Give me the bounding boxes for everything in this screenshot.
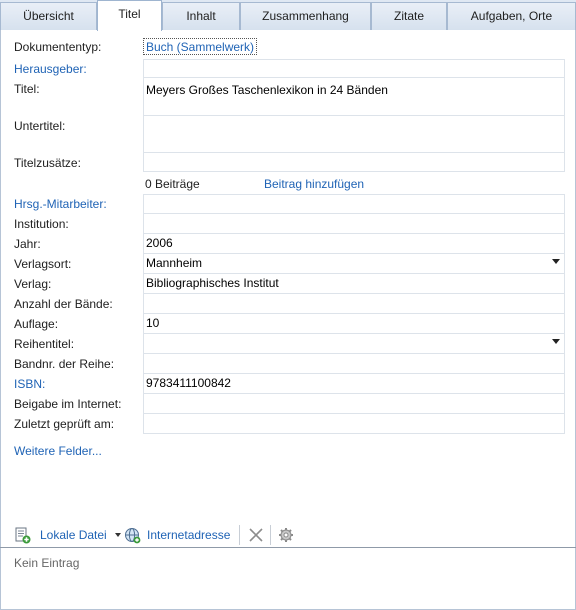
chevron-down-icon[interactable]	[552, 339, 560, 344]
add-contribution-link[interactable]: Beitrag hinzufügen	[264, 177, 364, 191]
last-checked-label: Zuletzt geprüft am:	[14, 417, 115, 431]
toolbar-divider	[270, 525, 271, 545]
online-supplement-field[interactable]	[143, 393, 565, 414]
tab-title[interactable]: Titel	[97, 0, 162, 31]
tab-quotations[interactable]: Zitate	[371, 2, 447, 30]
year-label: Jahr:	[14, 237, 41, 251]
editors-field[interactable]	[143, 59, 565, 78]
edition-value: 10	[146, 316, 160, 330]
dropdown-arrow-icon[interactable]	[114, 533, 121, 537]
title-label: Titel:	[14, 82, 40, 96]
local-file-button[interactable]: Lokale Datei	[14, 526, 121, 544]
delete-button[interactable]	[248, 526, 264, 544]
place-label: Verlagsort:	[14, 257, 72, 271]
tab-content[interactable]: Inhalt	[162, 2, 240, 30]
tab-context[interactable]: Zusammenhang	[240, 2, 371, 30]
gear-icon	[279, 528, 293, 542]
local-file-label: Lokale Datei	[40, 528, 107, 542]
subtitle-field[interactable]	[143, 115, 565, 153]
tab-overview[interactable]: Übersicht	[0, 2, 97, 30]
institution-field[interactable]	[143, 213, 565, 234]
series-number-field[interactable]	[143, 353, 565, 374]
last-checked-field[interactable]	[143, 413, 565, 434]
add-file-icon	[15, 527, 31, 543]
doctype-link[interactable]: Buch (Sammelwerk)	[143, 38, 258, 55]
coeditors-field[interactable]	[143, 194, 565, 214]
editors-link[interactable]: Herausgeber:	[14, 62, 87, 76]
contributions-count: 0 Beiträge	[145, 177, 200, 191]
institution-label: Institution:	[14, 217, 69, 231]
volumes-field[interactable]	[143, 293, 565, 314]
publisher-field[interactable]: Bibliographisches Institut	[143, 273, 565, 294]
isbn-link[interactable]: ISBN:	[14, 377, 45, 391]
title-value: Meyers Großes Taschenlexikon in 24 Bände…	[146, 83, 388, 97]
place-select[interactable]: Mannheim	[143, 253, 565, 274]
web-address-label: Internetadresse	[147, 528, 231, 542]
volumes-label: Anzahl der Bände:	[14, 297, 113, 311]
settings-button[interactable]	[278, 526, 294, 544]
online-supplement-label: Beigabe im Internet:	[14, 397, 122, 411]
series-label: Reihentitel:	[14, 337, 75, 351]
isbn-value: 9783411100842	[146, 376, 231, 390]
title-supplement-label: Titelzusätze:	[14, 156, 81, 170]
edition-label: Auflage:	[14, 317, 59, 331]
isbn-field[interactable]: 9783411100842	[143, 373, 565, 394]
year-field[interactable]: 2006	[143, 233, 565, 254]
doctype-label: Dokumententyp:	[14, 40, 102, 54]
title-field[interactable]: Meyers Großes Taschenlexikon in 24 Bände…	[143, 77, 565, 116]
attachment-toolbar: Lokale Datei Internetadresse	[0, 522, 576, 548]
globe-link-icon	[125, 527, 141, 543]
series-number-label: Bandnr. der Reihe:	[14, 357, 115, 371]
web-address-button[interactable]: Internetadresse	[123, 526, 230, 544]
title-supplement-field[interactable]	[143, 152, 565, 172]
series-select[interactable]	[143, 333, 565, 354]
tab-tasks-locations[interactable]: Aufgaben, Orte	[447, 2, 576, 30]
more-fields-link[interactable]: Weitere Felder...	[14, 444, 102, 458]
subtitle-label: Untertitel:	[14, 119, 66, 133]
place-value: Mannheim	[146, 256, 203, 270]
chevron-down-icon[interactable]	[552, 259, 560, 264]
edition-field[interactable]: 10	[143, 313, 565, 334]
year-value: 2006	[146, 236, 173, 250]
coeditors-link[interactable]: Hrsg.-Mitarbeiter:	[14, 197, 107, 211]
toolbar-divider	[239, 525, 240, 545]
tab-strip: Übersicht Titel Inhalt Zusammenhang Zita…	[0, 0, 576, 31]
publisher-label: Verlag:	[14, 277, 52, 291]
delete-icon	[249, 528, 263, 542]
publisher-value: Bibliographisches Institut	[146, 276, 279, 290]
attachments-empty-text: Kein Eintrag	[14, 556, 80, 570]
